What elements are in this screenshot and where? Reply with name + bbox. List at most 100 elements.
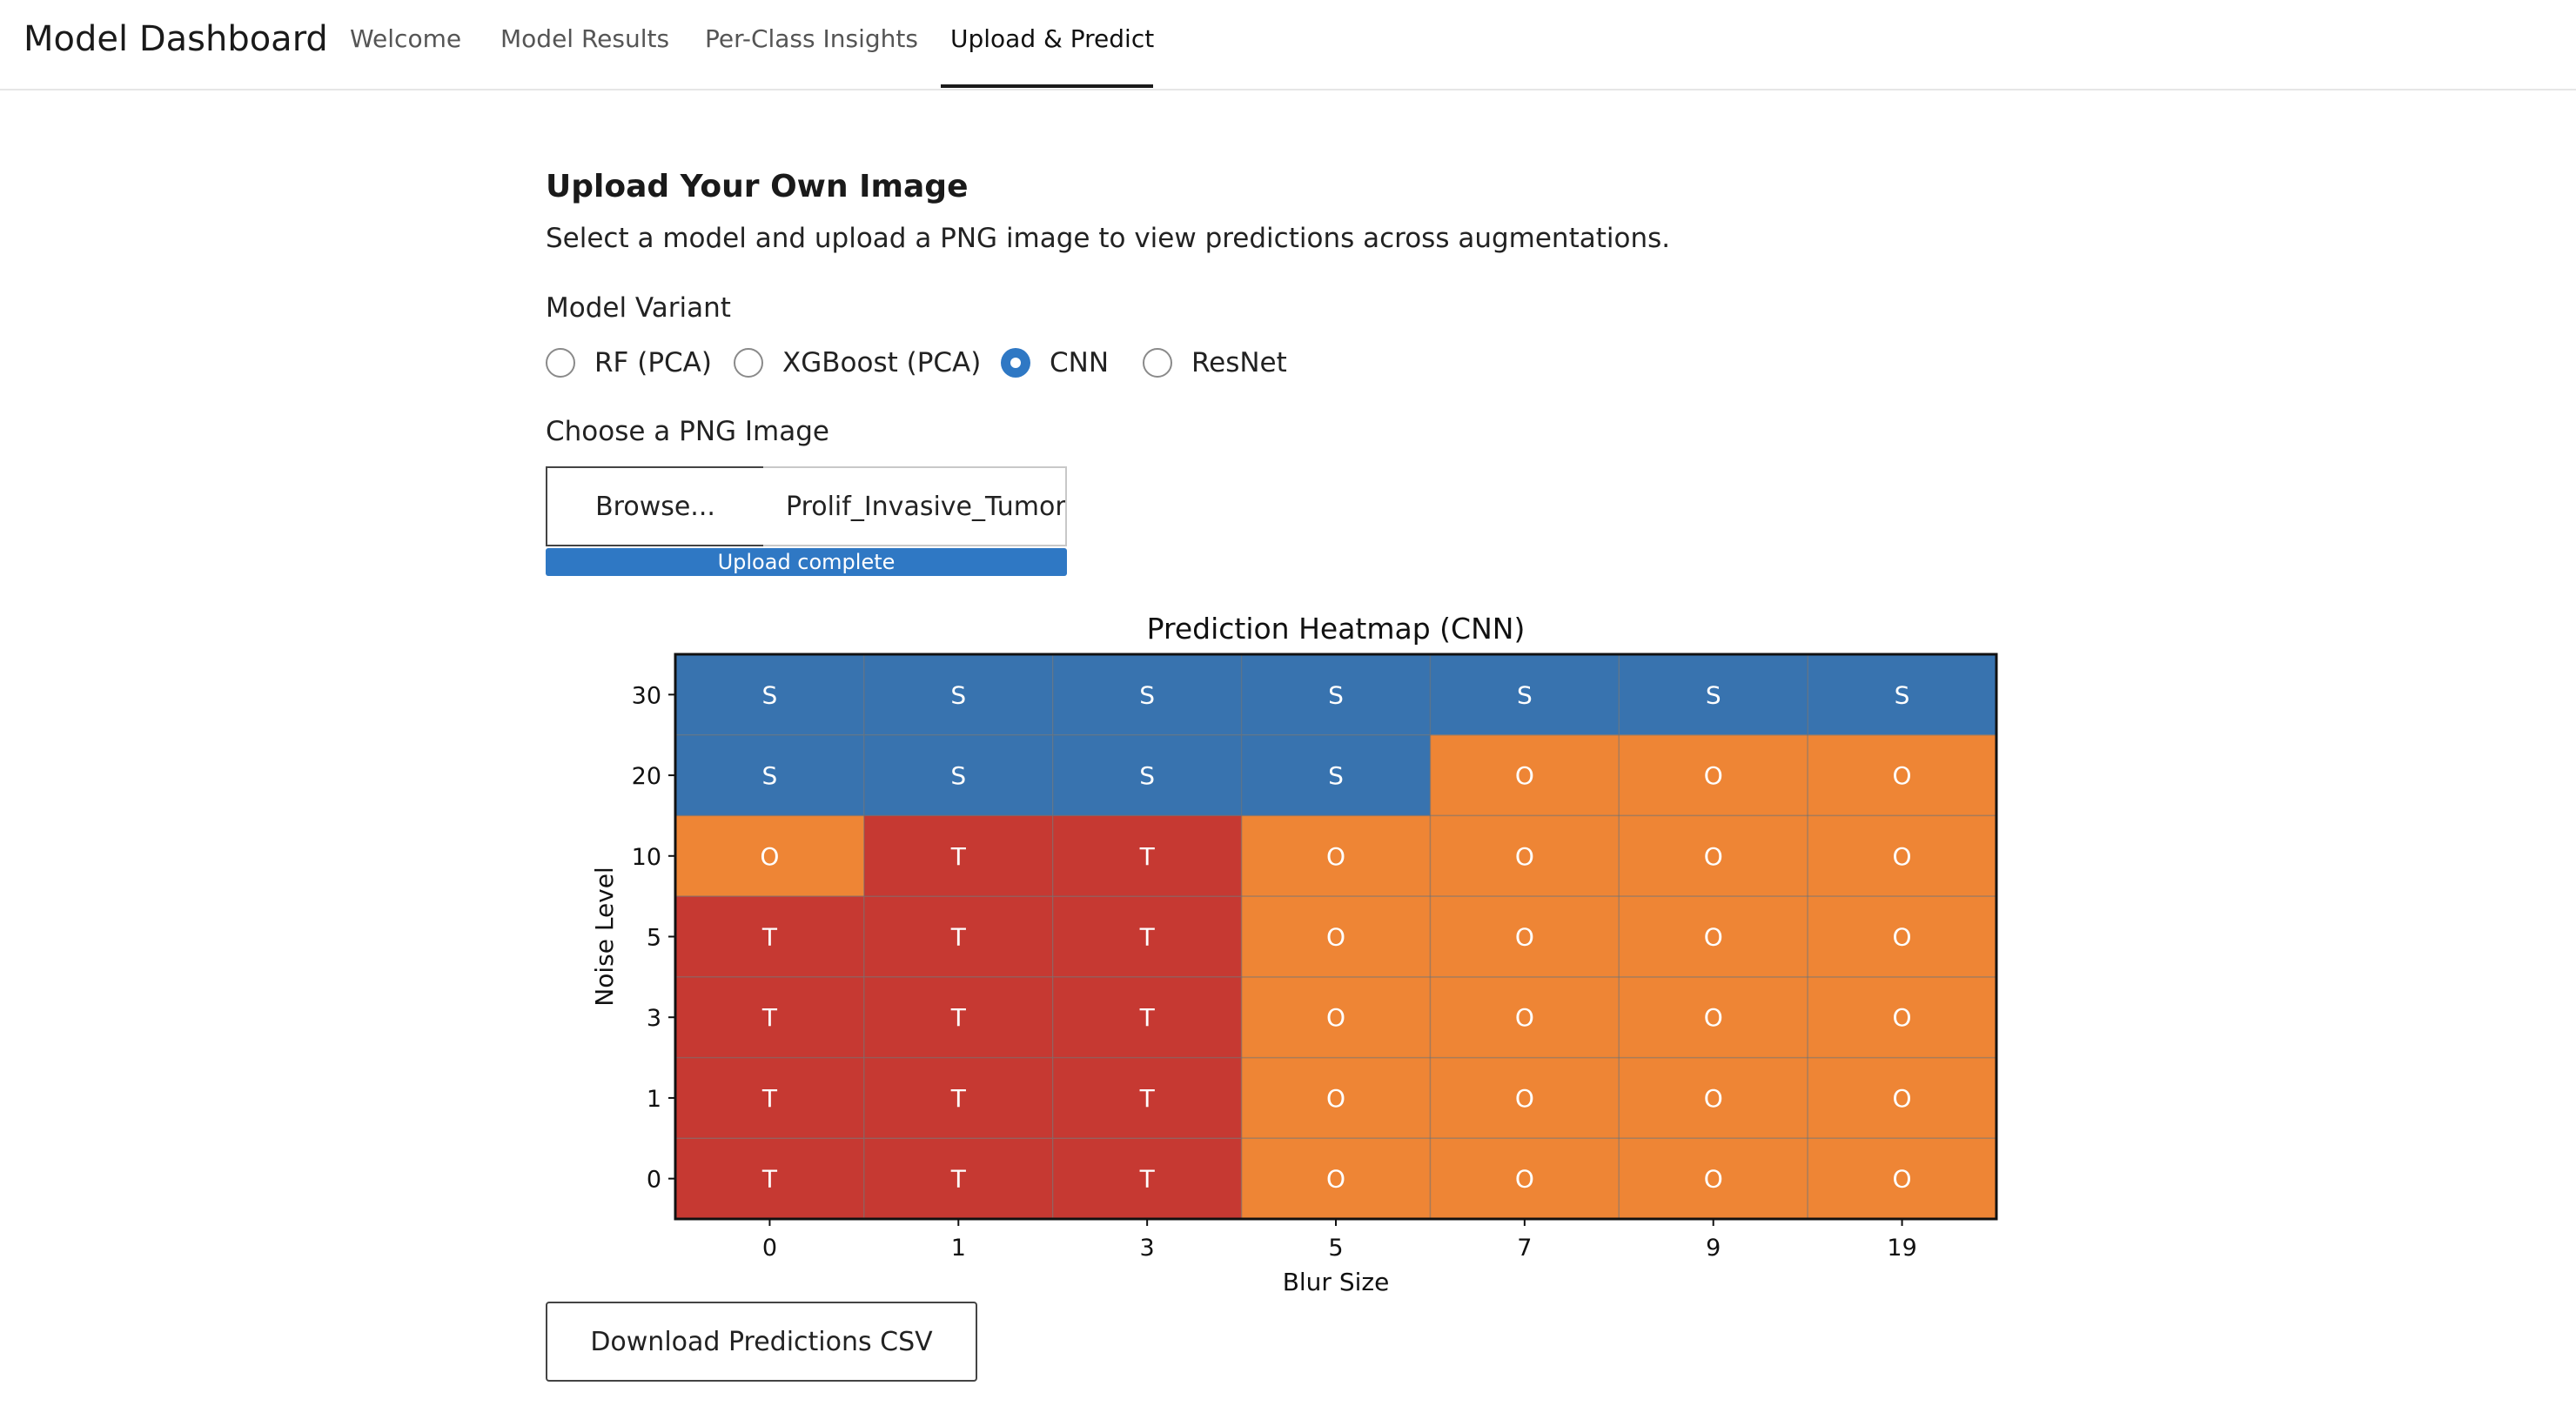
cell-label: O bbox=[1893, 1165, 1912, 1194]
cell-label: T bbox=[761, 1003, 778, 1032]
heatmap-cell bbox=[675, 654, 864, 735]
heatmap-cell bbox=[1430, 815, 1620, 897]
heatmap-cell bbox=[863, 1057, 1053, 1139]
file-chooser-label: Choose a PNG Image bbox=[546, 416, 829, 447]
x-tick-label: 5 bbox=[1328, 1235, 1343, 1262]
heatmap-cell bbox=[1241, 1057, 1431, 1139]
cell-label: O bbox=[1515, 1003, 1534, 1032]
cell-label: O bbox=[1326, 842, 1345, 871]
radio-cnn[interactable]: CNN bbox=[1001, 345, 1109, 381]
heatmap-cell bbox=[1430, 976, 1620, 1058]
y-tick-label: 1 bbox=[647, 1086, 661, 1113]
model-variant-label: Model Variant bbox=[546, 292, 731, 324]
heatmap-cell bbox=[1619, 654, 1808, 735]
heatmap-cell bbox=[1808, 896, 1996, 977]
heatmap-cell bbox=[1619, 976, 1808, 1058]
radio-resnet[interactable]: ResNet bbox=[1143, 345, 1287, 381]
heatmap-cell bbox=[1052, 815, 1242, 897]
heatmap-cell bbox=[1241, 734, 1431, 816]
heatmap-cell bbox=[1808, 815, 1996, 897]
heatmap-cell bbox=[1052, 1057, 1242, 1139]
heatmap-cell bbox=[863, 896, 1053, 977]
radio-checked-icon bbox=[1001, 348, 1030, 378]
heatmap-cell bbox=[1241, 976, 1431, 1058]
cell-label: T bbox=[761, 1165, 778, 1194]
radio-label: CNN bbox=[1050, 347, 1110, 378]
y-tick-label: 10 bbox=[632, 844, 661, 871]
cell-label: O bbox=[1893, 1084, 1912, 1113]
cell-label: T bbox=[1139, 1003, 1156, 1032]
cell-label: T bbox=[761, 923, 778, 952]
top-navbar: Model Dashboard Welcome Model Results Pe… bbox=[0, 0, 2576, 90]
x-tick-label: 0 bbox=[762, 1235, 777, 1262]
tab-welcome[interactable]: Welcome bbox=[350, 23, 461, 56]
heatmap-cell bbox=[1619, 1057, 1808, 1139]
heatmap-cell bbox=[1808, 976, 1996, 1058]
prediction-heatmap: S S S S S S S S S S S O O O O T T O O O O T T T O O O O T T T O O O O T T T O O… bbox=[590, 612, 1998, 1296]
heatmap-cell bbox=[675, 976, 864, 1058]
download-csv-button[interactable]: Download Predictions CSV bbox=[546, 1302, 977, 1382]
cell-label: O bbox=[1515, 842, 1534, 871]
file-name-field[interactable] bbox=[763, 466, 1067, 546]
heatmap-cell bbox=[1619, 734, 1808, 816]
cell-label: S bbox=[1895, 680, 1910, 709]
y-tick-label: 0 bbox=[647, 1167, 661, 1194]
cell-label: T bbox=[1139, 1084, 1156, 1113]
tab-model-results[interactable]: Model Results bbox=[500, 23, 669, 56]
heatmap-cell bbox=[863, 976, 1053, 1058]
heatmap-cell bbox=[1808, 654, 1996, 735]
plot-frame bbox=[674, 653, 1998, 1221]
heatmap-cell bbox=[1052, 896, 1242, 977]
heatmap-cell bbox=[675, 1057, 864, 1139]
cell-label: T bbox=[1139, 842, 1156, 871]
cell-label: O bbox=[760, 842, 779, 871]
upload-progress-bar: Upload complete bbox=[546, 548, 1067, 576]
cell-label: S bbox=[762, 680, 778, 709]
x-tick-label: 1 bbox=[951, 1235, 966, 1262]
cell-label: S bbox=[1139, 761, 1155, 790]
cell-label: S bbox=[1517, 680, 1533, 709]
radio-xgboost-pca[interactable]: XGBoost (PCA) bbox=[734, 345, 981, 381]
section-description: Select a model and upload a PNG image to… bbox=[546, 223, 1671, 254]
heatmap-cell bbox=[863, 654, 1053, 735]
heatmap-cell bbox=[675, 734, 864, 816]
heatmap-cell bbox=[675, 896, 864, 977]
heatmap-cell bbox=[675, 1138, 864, 1219]
cell-label: O bbox=[1893, 842, 1912, 871]
heatmap-cell bbox=[1241, 815, 1431, 897]
heatmap-cell bbox=[1241, 654, 1431, 735]
heatmap-cell bbox=[863, 1138, 1053, 1219]
tab-per-class-insights[interactable]: Per-Class Insights bbox=[705, 23, 918, 56]
cell-label: O bbox=[1515, 923, 1534, 952]
y-tick-label: 30 bbox=[632, 682, 661, 709]
cell-label: S bbox=[1139, 680, 1155, 709]
app-brand: Model Dashboard bbox=[23, 19, 328, 59]
x-axis-label: Blur Size bbox=[1283, 1268, 1390, 1296]
cell-label: O bbox=[1704, 842, 1723, 871]
radio-rf-pca[interactable]: RF (PCA) bbox=[546, 345, 712, 381]
cell-label: O bbox=[1893, 1003, 1912, 1032]
cell-label: O bbox=[1704, 1084, 1723, 1113]
heatmap-cell bbox=[1430, 654, 1620, 735]
x-tick-label: 7 bbox=[1517, 1235, 1532, 1262]
heatmap-cell bbox=[1052, 654, 1242, 735]
cell-label: S bbox=[950, 680, 966, 709]
heatmap-cell bbox=[1052, 734, 1242, 816]
cell-label: T bbox=[950, 842, 967, 871]
y-tick-label: 3 bbox=[647, 1005, 661, 1032]
tab-upload-predict[interactable]: Upload & Predict bbox=[950, 23, 1154, 56]
heatmap-cell bbox=[675, 815, 864, 897]
cell-label: O bbox=[1515, 761, 1534, 790]
heatmap-cell bbox=[1808, 1057, 1996, 1139]
heatmap-cell bbox=[1619, 1138, 1808, 1219]
heatmap-cell bbox=[1430, 1138, 1620, 1219]
browse-button[interactable]: Browse... bbox=[546, 466, 765, 546]
cell-label: T bbox=[1139, 1165, 1156, 1194]
heatmap-cell bbox=[1808, 1138, 1996, 1219]
radio-label: ResNet bbox=[1191, 347, 1287, 378]
heatmap-cell bbox=[1241, 896, 1431, 977]
cell-label: O bbox=[1326, 1003, 1345, 1032]
heatmap-cell bbox=[1808, 734, 1996, 816]
cell-label: O bbox=[1326, 1165, 1345, 1194]
heatmap-cell bbox=[1430, 1057, 1620, 1139]
